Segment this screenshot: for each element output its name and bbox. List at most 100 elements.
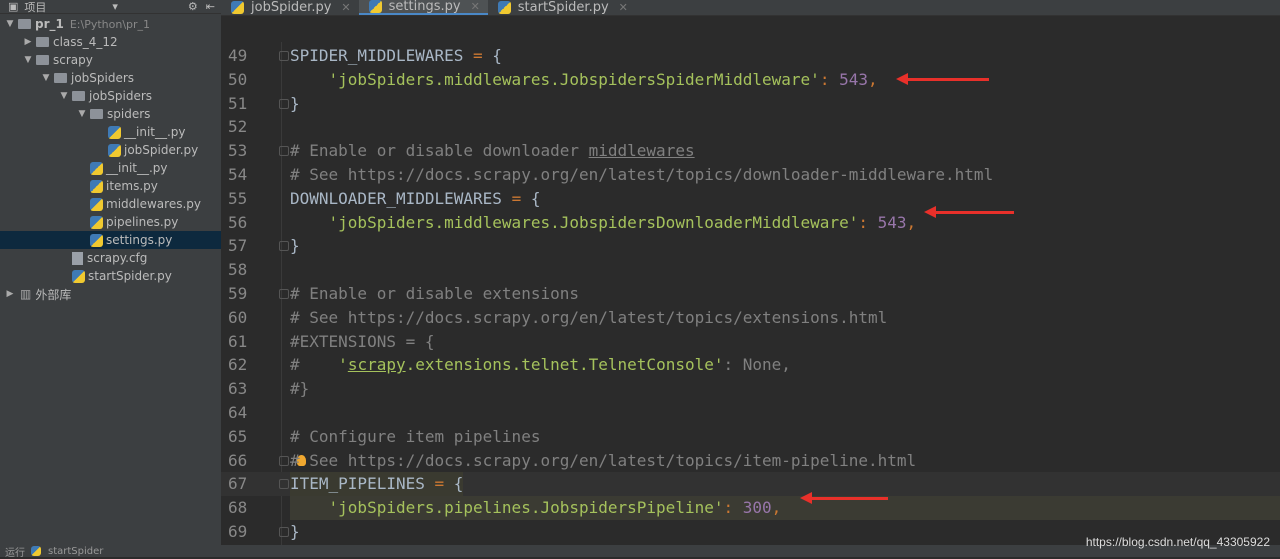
- project-path: E:\Python\pr_1: [69, 17, 151, 31]
- code-line[interactable]: 66 # See https://docs.scrapy.org/en/lates…: [221, 449, 1280, 473]
- tree-item[interactable]: ▼ pr_1 E:\Python\pr_1: [0, 15, 221, 33]
- line-number: 53: [228, 141, 248, 161]
- code-line[interactable]: 64: [221, 401, 1280, 425]
- python-file-icon: [497, 1, 511, 14]
- run-config[interactable]: startSpider: [48, 546, 103, 557]
- code-line[interactable]: 51}: [221, 92, 1280, 116]
- code-line[interactable]: 58: [221, 258, 1280, 282]
- folder-icon: [90, 109, 103, 119]
- line-number: 66: [228, 450, 248, 470]
- code-line[interactable]: 68 'jobSpiders.pipelines.JobspidersPipel…: [221, 496, 1280, 521]
- expanded-arrow-icon[interactable]: ▼: [22, 55, 34, 65]
- code-text: }: [290, 93, 300, 113]
- python-file-icon: [90, 179, 103, 193]
- tree-item[interactable]: startSpider.py: [0, 267, 221, 285]
- tree-item-label: pipelines.py: [106, 215, 179, 229]
- fold-marker-icon[interactable]: [279, 455, 289, 466]
- gear-icon[interactable]: ⚙: [188, 0, 198, 13]
- tab-label: jobSpider.py: [251, 0, 332, 15]
- code-line[interactable]: 61 #EXTENSIONS = {: [221, 330, 1280, 354]
- tree-item-label: jobSpiders: [89, 89, 153, 103]
- folder-icon: [18, 19, 31, 29]
- sidebar-header: ▣ 项目 ▾ ⚙ ⇤: [0, 0, 221, 14]
- tree-item[interactable]: jobSpider.py: [0, 141, 221, 159]
- tree-item[interactable]: middlewares.py: [0, 195, 221, 213]
- close-icon[interactable]: ✕: [341, 1, 350, 14]
- line-number: 65: [228, 426, 248, 446]
- code-text: #EXTENSIONS = {: [290, 331, 435, 351]
- tree-item[interactable]: ▼ spiders: [0, 105, 221, 123]
- fold-marker-icon[interactable]: [279, 241, 289, 252]
- code-line[interactable]: 55 DOWNLOADER_MIDDLEWARES = {: [221, 187, 1280, 211]
- tree-item[interactable]: ▼ scrapy: [0, 51, 221, 69]
- line-number: 52: [228, 117, 248, 137]
- code-line[interactable]: 56 'jobSpiders.middlewares.JobspidersDow…: [221, 211, 1280, 235]
- fold-marker-icon[interactable]: [279, 289, 289, 299]
- code-line[interactable]: 59 # Enable or disable extensions: [221, 282, 1280, 306]
- code-text: 'jobSpiders.pipelines.JobspidersPipeline…: [290, 496, 1280, 521]
- tree-item-label: startSpider.py: [88, 269, 172, 283]
- python-file-icon: [231, 1, 244, 14]
- code-line[interactable]: 54 # See https://docs.scrapy.org/en/lates…: [221, 163, 1280, 187]
- close-icon[interactable]: ✕: [471, 0, 480, 13]
- code-line[interactable]: 57}: [221, 234, 1280, 258]
- expanded-arrow-icon[interactable]: ▼: [40, 73, 52, 83]
- fold-marker-icon[interactable]: [279, 98, 289, 109]
- line-number: 56: [228, 212, 248, 232]
- sidebar-title[interactable]: 项目: [24, 0, 46, 15]
- fold-marker-icon[interactable]: [279, 479, 289, 490]
- collapse-icon[interactable]: ⇤: [206, 0, 215, 13]
- tree-item[interactable]: __init__.py: [0, 159, 221, 177]
- code-line[interactable]: 49 SPIDER_MIDDLEWARES = {: [221, 44, 1280, 68]
- tree-item[interactable]: ▼ jobSpiders: [0, 87, 221, 105]
- tree-item[interactable]: pipelines.py: [0, 213, 221, 231]
- expanded-arrow-icon[interactable]: ▼: [4, 19, 16, 29]
- tree-item-label: 外部库: [35, 287, 72, 302]
- fold-marker-icon[interactable]: [279, 527, 289, 537]
- collapsed-arrow-icon[interactable]: ▶: [4, 289, 16, 299]
- code-line[interactable]: 60 # See https://docs.scrapy.org/en/lates…: [221, 306, 1280, 330]
- line-number: 57: [228, 236, 248, 256]
- tree-item-label: scrapy: [53, 53, 93, 67]
- python-file-icon: [90, 161, 103, 175]
- fold-marker-icon[interactable]: [279, 146, 289, 157]
- code-line[interactable]: 52: [221, 115, 1280, 139]
- close-icon[interactable]: ✕: [619, 1, 628, 14]
- expanded-arrow-icon[interactable]: ▼: [58, 91, 70, 101]
- tree-item[interactable]: settings.py: [0, 231, 221, 249]
- line-number: 58: [228, 260, 248, 280]
- tab-jobSpider-py[interactable]: jobSpider.py ✕: [221, 0, 359, 15]
- line-number: 61: [228, 331, 248, 351]
- tree-item[interactable]: ▶ ▥ 外部库: [0, 285, 221, 303]
- tab-startSpider-py[interactable]: startSpider.py ✕: [488, 0, 636, 15]
- code-text: 'jobSpiders.middlewares.JobspidersDownlo…: [328, 212, 917, 232]
- code-line[interactable]: 53 # Enable or disable downloader middlew…: [221, 139, 1280, 163]
- code-text: # Configure item pipelines: [290, 426, 541, 446]
- tree-item[interactable]: ▼ jobSpiders: [0, 69, 221, 87]
- collapsed-arrow-icon[interactable]: ▶: [22, 37, 34, 47]
- python-file-icon: [90, 197, 103, 211]
- tree-item[interactable]: scrapy.cfg: [0, 249, 221, 267]
- code-line[interactable]: 63 #}: [221, 377, 1280, 401]
- code-line[interactable]: 62 # 'scrapy.extensions.telnet.TelnetCons…: [221, 353, 1280, 377]
- expanded-arrow-icon[interactable]: ▼: [76, 109, 88, 119]
- tree-item-label: jobSpiders: [71, 71, 135, 85]
- dropdown-icon[interactable]: ▾: [112, 0, 118, 13]
- tree-item[interactable]: items.py: [0, 177, 221, 195]
- python-file-icon: [72, 269, 85, 283]
- tree-item[interactable]: __init__.py: [0, 123, 221, 141]
- python-file-icon: [90, 215, 103, 229]
- code-editor[interactable]: 49 SPIDER_MIDDLEWARES = {50 'jobSpiders.m…: [221, 16, 1280, 545]
- tree-item-label: spiders: [107, 107, 151, 121]
- annotation-arrow: [800, 492, 888, 504]
- library-icon: ▥: [20, 287, 32, 301]
- code-text: # See https://docs.scrapy.org/en/latest/…: [290, 165, 994, 184]
- fold-marker-icon[interactable]: [279, 51, 289, 61]
- code-text: SPIDER_MIDDLEWARES = {: [290, 46, 502, 65]
- tree-item[interactable]: ▶ class_4_12: [0, 33, 221, 51]
- tab-settings-py[interactable]: settings.py ✕: [358, 0, 488, 15]
- code-text: }: [290, 236, 300, 256]
- code-line[interactable]: 65 # Configure item pipelines: [221, 425, 1280, 449]
- code-line[interactable]: 67 ITEM_PIPELINES = {: [221, 472, 1280, 497]
- code-line[interactable]: 50 'jobSpiders.middlewares.JobspidersSpi…: [221, 68, 1280, 92]
